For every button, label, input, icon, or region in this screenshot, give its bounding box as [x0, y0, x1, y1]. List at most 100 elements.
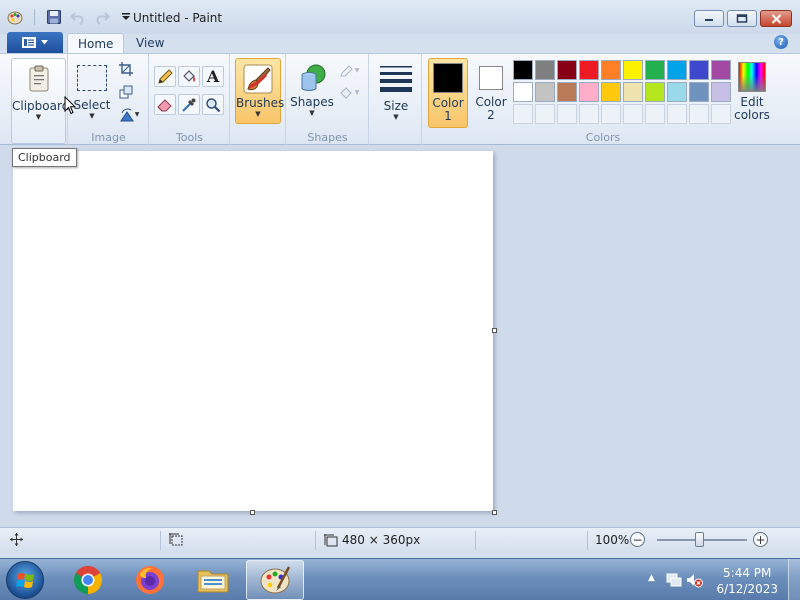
start-button[interactable]	[6, 561, 44, 599]
color-swatch[interactable]	[513, 82, 533, 102]
show-hidden-icons-icon[interactable]: ▲	[648, 573, 655, 583]
crop-button[interactable]	[115, 58, 137, 79]
eyedropper-icon	[182, 98, 196, 112]
magnifier-icon	[206, 97, 221, 112]
size-button[interactable]: Size ▼	[374, 58, 418, 121]
color2-label-line1: Color	[475, 95, 507, 109]
tab-view[interactable]: View	[126, 33, 174, 54]
custom-color-slot[interactable]	[623, 104, 643, 124]
resize-button[interactable]	[115, 81, 137, 102]
color-swatch[interactable]	[667, 60, 687, 80]
color-swatch[interactable]	[557, 60, 577, 80]
paint-app-icon[interactable]	[6, 8, 24, 26]
colors-group: Color 1 Color 2 Edit colors Colors	[423, 54, 783, 146]
text-icon: A	[206, 67, 220, 86]
selection-size-icon	[169, 533, 183, 546]
magnifier-button[interactable]	[202, 94, 224, 115]
color-swatch[interactable]	[601, 60, 621, 80]
color-swatch[interactable]	[535, 60, 555, 80]
color-swatch[interactable]	[557, 82, 577, 102]
color-swatch[interactable]	[689, 60, 709, 80]
firefox-taskbar-button[interactable]	[123, 560, 177, 600]
chrome-taskbar-button[interactable]	[61, 560, 115, 600]
redo-icon[interactable]	[93, 8, 111, 26]
zoom-slider-thumb[interactable]	[695, 532, 704, 547]
color-swatch[interactable]	[689, 82, 709, 102]
minimize-button[interactable]	[694, 10, 724, 27]
clock-time: 5:44 PM	[723, 566, 772, 580]
resize-handle-bottom[interactable]	[250, 510, 255, 515]
resize-handle-corner[interactable]	[492, 510, 497, 515]
eraser-button[interactable]	[154, 94, 176, 115]
fill-button[interactable]	[178, 66, 200, 87]
image-size: 480 × 360px	[324, 533, 420, 547]
custom-color-slot[interactable]	[535, 104, 555, 124]
brushes-button[interactable]: Brushes ▼	[235, 58, 285, 124]
color-swatch[interactable]	[623, 82, 643, 102]
tab-home[interactable]: Home	[67, 33, 125, 55]
color-swatch[interactable]	[667, 82, 687, 102]
clipboard-button[interactable]: Clipboard ▼	[11, 58, 69, 144]
color-swatch[interactable]	[513, 60, 533, 80]
color-swatch[interactable]	[711, 60, 731, 80]
text-button[interactable]: A	[202, 66, 224, 87]
show-desktop-button[interactable]	[788, 559, 800, 600]
volume-muted-icon[interactable]	[686, 572, 703, 588]
custom-color-slot[interactable]	[689, 104, 709, 124]
close-button[interactable]	[760, 10, 792, 27]
size-label: Size	[383, 99, 409, 113]
undo-icon[interactable]	[69, 8, 87, 26]
chevron-down-icon: ▼	[309, 109, 315, 117]
select-button[interactable]: Select ▼	[73, 58, 111, 120]
custom-color-slot[interactable]	[513, 104, 533, 124]
cursor-position	[10, 533, 23, 546]
pencil-button[interactable]	[154, 66, 176, 87]
selection-size	[169, 533, 183, 546]
color-picker-button[interactable]	[178, 94, 200, 115]
color-swatch[interactable]	[645, 60, 665, 80]
zoom-in-button[interactable]: +	[753, 532, 768, 547]
paint-menu-button[interactable]	[7, 32, 63, 53]
color1-button[interactable]: Color 1	[428, 58, 468, 128]
shapes-group-label: Shapes	[307, 131, 348, 144]
custom-color-slot[interactable]	[667, 104, 687, 124]
brushes-label: Brushes	[236, 96, 285, 110]
drawing-canvas[interactable]	[13, 151, 493, 511]
image-size-text: 480 × 360px	[342, 533, 421, 547]
maximize-button[interactable]	[727, 10, 757, 27]
color-swatch[interactable]	[535, 82, 555, 102]
custom-color-slot[interactable]	[645, 104, 665, 124]
color-swatch[interactable]	[579, 82, 599, 102]
rotate-button[interactable]: ▼	[115, 104, 143, 125]
shapes-button[interactable]: Shapes ▼	[289, 58, 335, 117]
menu-icon	[22, 37, 36, 48]
color1-swatch	[433, 63, 463, 93]
resize-handle-right[interactable]	[492, 328, 497, 333]
network-icon[interactable]	[666, 572, 682, 588]
paint-taskbar-button[interactable]	[246, 560, 304, 600]
custom-color-slot[interactable]	[557, 104, 577, 124]
help-icon[interactable]: ?	[774, 35, 788, 49]
custom-color-slot[interactable]	[601, 104, 621, 124]
ribbon-tab-row: Home View ?	[0, 32, 800, 55]
chevron-down-icon: ▼	[89, 112, 95, 120]
clock[interactable]: 5:44 PM 6/12/2023	[716, 565, 778, 597]
qat-separator	[34, 9, 35, 25]
chevron-down-icon: ▼	[134, 111, 140, 118]
color-swatch[interactable]	[601, 82, 621, 102]
color-swatch[interactable]	[711, 82, 731, 102]
file-explorer-taskbar-button[interactable]	[186, 560, 240, 600]
custom-color-slot[interactable]	[579, 104, 599, 124]
move-cursor-icon	[10, 533, 23, 546]
edit-colors-button[interactable]: Edit colors	[732, 58, 772, 122]
custom-color-slot[interactable]	[711, 104, 731, 124]
shape-fill-button[interactable]: ▼	[335, 82, 363, 103]
save-icon[interactable]	[45, 8, 63, 26]
outline-button[interactable]: ▼	[335, 60, 363, 81]
color-swatch[interactable]	[579, 60, 599, 80]
canvas-workspace[interactable]	[0, 145, 800, 527]
color2-button[interactable]: Color 2	[471, 58, 511, 128]
zoom-out-button[interactable]: −	[630, 532, 645, 547]
color-swatch[interactable]	[645, 82, 665, 102]
color-swatch[interactable]	[623, 60, 643, 80]
